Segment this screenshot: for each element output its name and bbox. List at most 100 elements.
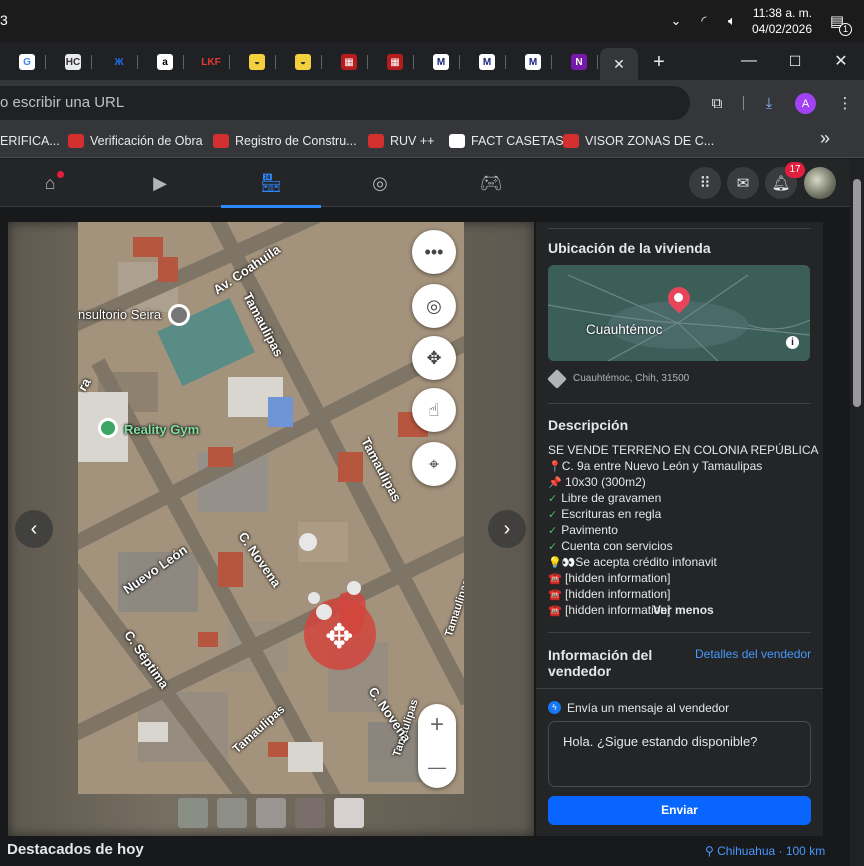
home-icon: ⌂ — [44, 172, 56, 193]
nav-gaming-tab[interactable]: 🎮︎ — [441, 159, 541, 207]
move-arrows-icon: ✥ — [325, 618, 354, 656]
active-tab[interactable]: ✕ — [600, 48, 638, 80]
browser-tab[interactable]: G — [8, 48, 46, 76]
system-clock[interactable]: 11:38 a. m. 04/02/2026 — [752, 5, 812, 37]
bookmark-item[interactable]: VISOR ZONAS DE C... — [563, 132, 714, 150]
photo-thumbnail[interactable] — [334, 798, 364, 828]
browser-tab[interactable]: LKF — [192, 48, 230, 76]
bookmark-item[interactable]: Verificación de Obra — [68, 132, 203, 150]
zoom-out-button[interactable]: — — [418, 746, 456, 788]
location-pin-icon: ⚲ — [705, 844, 718, 858]
menu-kebab-icon[interactable]: ⋮ — [834, 92, 856, 114]
browser-tab-strip: G HC Жa LKF ◒ ◒ ▦ ▦ M M M N ✕ + — ☐ ✕ — [0, 42, 864, 80]
wifi-icon[interactable]: ◜ — [695, 12, 713, 30]
browser-tab[interactable]: Ж — [100, 48, 138, 76]
browser-tab[interactable]: ◒ — [238, 48, 276, 76]
message-title: Envía un mensaje al vendedor — [567, 701, 730, 715]
bookmark-item[interactable]: ERIFICA... — [0, 132, 60, 150]
see-less-link[interactable]: Ver menos — [653, 603, 714, 617]
scrollbar-thumb[interactable] — [853, 179, 861, 407]
touch-button[interactable]: ☝ — [412, 388, 456, 432]
photo-thumbnail[interactable] — [178, 798, 208, 828]
notifications-icon[interactable]: ▤ 1 — [824, 8, 852, 36]
new-tab-button[interactable]: + — [640, 48, 678, 76]
browser-tab[interactable]: ▦ — [330, 48, 368, 76]
photo-thumbnail[interactable] — [217, 798, 247, 828]
photo-thumbnail[interactable] — [295, 798, 325, 828]
description-line: 💡👀Se acepta crédito infonavit — [548, 555, 717, 569]
description-line: ✓ Escrituras en regla — [548, 507, 661, 521]
browser-tab[interactable]: ◒ — [284, 48, 322, 76]
browser-tab[interactable]: N — [560, 48, 598, 76]
seller-title-line1: Información del — [548, 647, 653, 663]
pan-button[interactable]: ✥ — [412, 336, 456, 380]
photo-thumbnail[interactable] — [256, 798, 286, 828]
send-button[interactable]: Enviar — [548, 796, 811, 825]
location-filter-link[interactable]: ⚲ Chihuahua · 100 km — [705, 844, 825, 858]
tab-separator — [597, 55, 598, 69]
browser-tab[interactable]: HC — [54, 48, 92, 76]
profile-avatar[interactable]: A — [795, 93, 816, 114]
download-icon[interactable]: ⤓ — [758, 92, 780, 114]
browser-tab[interactable]: a — [146, 48, 184, 76]
tab-separator — [229, 55, 230, 69]
bookmark-item[interactable]: RUV ++ — [368, 132, 434, 150]
globe-icon — [449, 134, 465, 148]
nav-home-tab[interactable]: ⌂ — [0, 159, 100, 207]
bookmark-label: VISOR ZONAS DE C... — [585, 134, 715, 148]
close-tab-icon[interactable]: ✕ — [613, 56, 625, 73]
browser-tab[interactable]: M — [422, 48, 460, 76]
bookmark-item[interactable]: Registro de Constru... — [213, 132, 357, 150]
previous-photo-button[interactable]: ‹ — [15, 510, 53, 548]
more-options-button[interactable]: ••• — [412, 230, 456, 274]
bookmark-label: ERIFICA... — [0, 134, 60, 148]
browser-tab[interactable]: ▦ — [376, 48, 414, 76]
message-textarea[interactable]: Hola. ¿Sigue estando disponible? — [548, 721, 811, 787]
profile-avatar-fb[interactable] — [804, 167, 836, 199]
line-prefix-icon: ✓ — [548, 509, 558, 521]
zoom-in-button[interactable]: + — [418, 704, 456, 746]
onenote-icon: N — [571, 54, 587, 70]
directions-icon — [547, 369, 567, 389]
chevron-up-icon[interactable]: ⌄ — [667, 12, 685, 30]
maximize-button[interactable]: ☐ — [772, 42, 818, 80]
gaming-icon: 🎮︎ — [479, 172, 503, 193]
listing-details-panel: Ubicación de la vivienda Cuauhtémoc i Cu… — [536, 222, 823, 836]
grid-icon: ⠿ — [699, 175, 711, 192]
volume-icon[interactable]: 🔈︎ — [723, 12, 741, 30]
description-line: 📌 10x30 (300m2) — [548, 475, 646, 489]
browser-toolbar: o escribir una URL ⧉ ⤓ A ⋮ — [0, 80, 864, 124]
bookmark-item[interactable]: FACT CASETAS — [449, 132, 564, 150]
browser-tab[interactable]: M — [514, 48, 552, 76]
browser-tab[interactable]: M — [468, 48, 506, 76]
line-text: Libre de gravamen — [561, 491, 662, 505]
line-prefix-icon: 📍 — [548, 461, 562, 473]
tab-separator — [505, 55, 506, 69]
minimize-button[interactable]: — — [726, 42, 772, 80]
crosshair-button[interactable]: ⌖ — [412, 442, 456, 486]
my-location-button[interactable]: ◎ — [412, 284, 456, 328]
seller-details-link[interactable]: Detalles del vendedor — [695, 647, 811, 661]
messenger-icon: ✉ — [736, 175, 750, 192]
ruv-icon — [368, 134, 384, 148]
close-window-button[interactable]: ✕ — [818, 42, 864, 80]
info-icon[interactable]: i — [786, 336, 799, 349]
nav-video-tab[interactable]: ▶ — [110, 159, 210, 207]
line-text: SE VENDE TERRENO EN COLONIA REPÚBLICA — [548, 443, 819, 457]
messenger-button[interactable]: ✉ — [727, 167, 759, 199]
description-line: ✓ Cuenta con servicios — [548, 539, 673, 553]
nav-marketplace-tab[interactable]: 🏪︎ — [221, 159, 321, 208]
extensions-icon[interactable]: ⧉ — [706, 92, 728, 114]
menu-grid-button[interactable]: ⠿ — [689, 167, 721, 199]
notification-badge: 17 — [785, 162, 805, 178]
location-mini-map[interactable]: Cuauhtémoc i — [548, 265, 810, 361]
nav-groups-tab[interactable]: ◎ — [330, 159, 430, 207]
page-scrollbar[interactable] — [850, 159, 864, 866]
bookmarks-more-button[interactable]: » — [820, 128, 830, 148]
address-bar[interactable]: o escribir una URL — [0, 86, 690, 120]
next-photo-button[interactable]: › — [488, 510, 526, 548]
tab-separator — [45, 55, 46, 69]
left-glyph: 3 — [0, 12, 8, 28]
line-text: Pavimento — [561, 523, 618, 537]
tab-separator — [367, 55, 368, 69]
